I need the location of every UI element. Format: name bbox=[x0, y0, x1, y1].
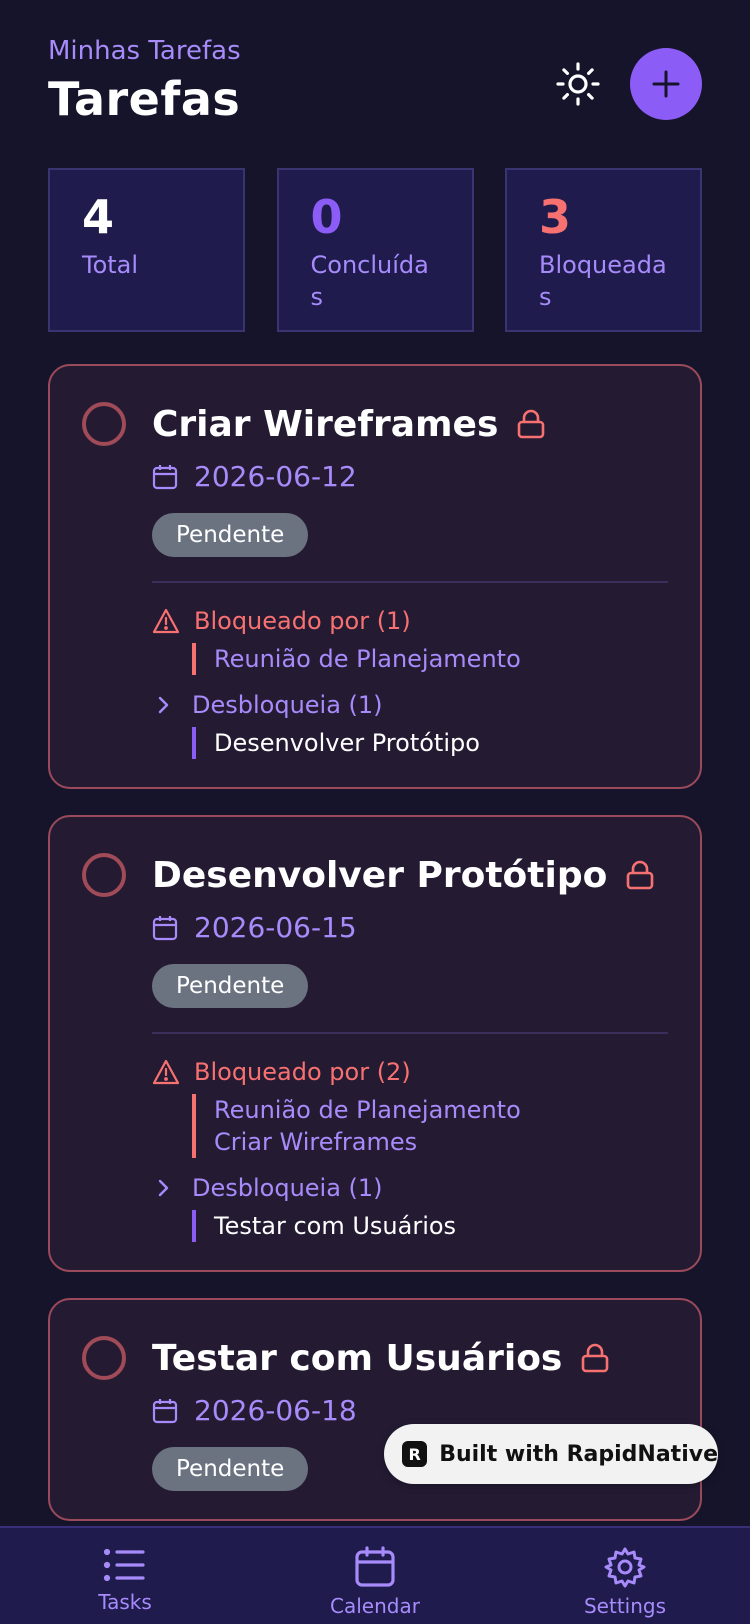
calendar-icon bbox=[152, 1398, 178, 1423]
divider bbox=[152, 1032, 668, 1034]
task-date: 2026-06-15 bbox=[194, 911, 357, 944]
blocked-by-item[interactable]: Criar Wireframes bbox=[214, 1126, 668, 1158]
task-checkbox[interactable] bbox=[82, 853, 126, 897]
bottom-tab-bar: Tasks Calendar Settings bbox=[0, 1526, 750, 1624]
theme-toggle-button[interactable] bbox=[550, 56, 606, 112]
warning-icon bbox=[152, 608, 180, 634]
unblocks-item[interactable]: Testar com Usuários bbox=[214, 1210, 668, 1242]
status-badge: Pendente bbox=[152, 1447, 309, 1491]
blocked-by-list: Reunião de Planejamento Criar Wireframes bbox=[192, 1094, 668, 1158]
stat-blocked-label: Bloqueadas bbox=[539, 250, 667, 311]
unblocks-list: Desenvolver Protótipo bbox=[192, 727, 668, 759]
stat-total-label: Total bbox=[82, 250, 139, 279]
add-task-button[interactable] bbox=[630, 48, 702, 120]
blocked-by-item[interactable]: Reunião de Planejamento bbox=[214, 1094, 668, 1126]
unblocks-item[interactable]: Desenvolver Protótipo bbox=[214, 727, 668, 759]
lock-icon bbox=[625, 859, 655, 891]
header: Minhas Tarefas Tarefas bbox=[48, 36, 702, 136]
status-badge: Pendente bbox=[152, 513, 309, 557]
tab-tasks[interactable]: Tasks bbox=[0, 1528, 250, 1624]
built-with-text: Built with RapidNative bbox=[439, 1441, 718, 1467]
calendar-icon bbox=[152, 915, 178, 940]
task-title: Criar Wireframes bbox=[152, 403, 499, 445]
blocked-by-item[interactable]: Reunião de Planejamento bbox=[214, 643, 668, 675]
tab-calendar-label: Calendar bbox=[330, 1594, 420, 1618]
blocked-by-label: Bloqueado por (2) bbox=[194, 1058, 411, 1086]
task-card[interactable]: Criar Wireframes 2026-06-12 Pendente Blo… bbox=[48, 364, 702, 789]
list-icon bbox=[103, 1548, 145, 1582]
task-title: Desenvolver Protótipo bbox=[152, 854, 608, 896]
blocked-by-list: Reunião de Planejamento bbox=[192, 643, 668, 675]
plus-icon bbox=[652, 70, 680, 98]
chevron-right-icon bbox=[158, 696, 169, 714]
task-title: Testar com Usuários bbox=[152, 1337, 563, 1379]
calendar-icon bbox=[152, 464, 178, 489]
task-checkbox[interactable] bbox=[82, 402, 126, 446]
chevron-right-icon bbox=[158, 1179, 169, 1197]
stat-total: 4 Total bbox=[48, 168, 245, 332]
stat-completed-label: Concluídas bbox=[310, 250, 429, 311]
tab-settings-label: Settings bbox=[583, 1594, 667, 1618]
divider bbox=[152, 581, 668, 583]
status-badge: Pendente bbox=[152, 964, 309, 1008]
tab-calendar[interactable]: Calendar bbox=[250, 1528, 500, 1624]
stat-completed: 0 Concluídas bbox=[276, 168, 474, 332]
stats-row: 4 Total 0 Concluídas 3 Bloqueadas bbox=[48, 168, 702, 332]
task-date: 2026-06-12 bbox=[194, 460, 357, 493]
unblocks-label: Desbloqueia (1) bbox=[192, 691, 383, 719]
built-with-badge[interactable]: R Built with RapidNative bbox=[384, 1424, 718, 1484]
task-card[interactable]: Desenvolver Protótipo 2026-06-15 Pendent… bbox=[48, 815, 702, 1272]
sun-icon bbox=[556, 62, 600, 106]
task-date: 2026-06-18 bbox=[194, 1394, 357, 1427]
stat-blocked-value: 3 bbox=[539, 190, 572, 244]
blocked-by-label: Bloqueado por (1) bbox=[194, 607, 411, 635]
warning-icon bbox=[152, 1059, 180, 1085]
rapidnative-logo-icon: R bbox=[402, 1441, 428, 1467]
stat-total-value: 4 bbox=[82, 190, 115, 244]
task-list: Criar Wireframes 2026-06-12 Pendente Blo… bbox=[48, 364, 702, 1526]
lock-icon bbox=[580, 1342, 610, 1374]
calendar-icon bbox=[355, 1546, 395, 1587]
tab-settings[interactable]: Settings bbox=[500, 1528, 750, 1624]
lock-icon bbox=[516, 408, 546, 440]
stat-completed-value: 0 bbox=[310, 190, 343, 244]
gear-icon bbox=[604, 1547, 646, 1588]
task-card[interactable]: Testar com Usuários 2026-06-18 Pendente bbox=[48, 1298, 702, 1521]
unblocks-label: Desbloqueia (1) bbox=[192, 1174, 383, 1202]
task-checkbox[interactable] bbox=[82, 1336, 126, 1380]
stat-blocked: 3 Bloqueadas bbox=[505, 168, 702, 332]
tab-tasks-label: Tasks bbox=[98, 1590, 152, 1614]
unblocks-list: Testar com Usuários bbox=[192, 1210, 668, 1242]
